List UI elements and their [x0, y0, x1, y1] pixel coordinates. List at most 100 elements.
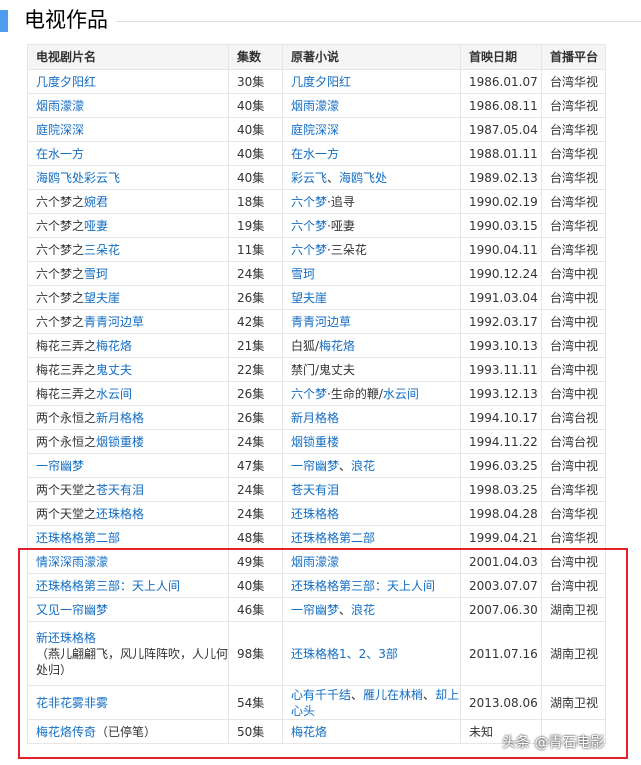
wiki-link[interactable]: 一帘幽梦 [36, 459, 84, 473]
wiki-link[interactable]: 海鸥飞处 [339, 171, 387, 185]
wiki-link[interactable]: 望夫崖 [291, 291, 327, 305]
cell-title: 海鸥飞处彩云飞 [27, 165, 229, 190]
cell-platform: 湖南卫视 [541, 621, 606, 686]
table-row: 还珠格格第三部：天上人间 40集 还珠格格第三部：天上人间 2003.07.07 台湾中… [27, 573, 606, 598]
table-row: 梅花三弄之鬼丈夫 22集 禁门/鬼丈夫 1993.11.11 台湾中视 [27, 357, 606, 382]
wiki-link[interactable]: 还珠格格 [96, 507, 144, 521]
cell-date: 1998.03.25 [460, 477, 542, 502]
wiki-link[interactable]: 六个梦 [291, 219, 327, 233]
table-row: 六个梦之三朵花 11集 六个梦·三朵花 1990.04.11 台湾华视 [27, 237, 606, 262]
wiki-link[interactable]: 望夫崖 [84, 291, 120, 305]
wiki-link[interactable]: 烟锁重楼 [96, 435, 144, 449]
cell-title: 梅花烙传奇（已停笔） [27, 719, 229, 744]
cell-platform: 台湾中视 [541, 309, 606, 334]
wiki-link[interactable]: 哑妻 [84, 219, 108, 233]
cell-episodes: 40集 [228, 141, 283, 166]
wiki-link[interactable]: 新还珠格格 [36, 631, 96, 645]
wiki-link[interactable]: 三朵花 [84, 243, 120, 257]
cell-episodes: 26集 [228, 381, 283, 406]
wiki-link[interactable]: 六个梦 [291, 195, 327, 209]
wiki-link[interactable]: 浪花 [351, 603, 375, 617]
table-row: 庭院深深 40集 庭院深深 1987.05.04 台湾华视 [27, 117, 606, 142]
cell-episodes: 24集 [228, 477, 283, 502]
wiki-link[interactable]: 六个梦 [291, 243, 327, 257]
cell-date: 1989.02.13 [460, 165, 542, 190]
cell-title: 新还珠格格 （燕儿翩翩飞，风儿阵阵吹，人儿何处归） [27, 621, 229, 686]
cell-novel: 苍天有泪 [282, 477, 461, 502]
cell-platform: 台湾台视 [541, 429, 606, 454]
cell-episodes: 42集 [228, 309, 283, 334]
wiki-link[interactable]: 心有千千结 [291, 688, 351, 702]
wiki-link[interactable]: 梅花烙 [96, 339, 132, 353]
wiki-link[interactable]: 还珠格格1、2、3部 [291, 647, 398, 661]
wiki-link[interactable]: 几度夕阳红 [36, 75, 96, 89]
wiki-link[interactable]: 还珠格格第二部 [36, 531, 120, 545]
wiki-link[interactable]: 鬼丈夫 [96, 363, 132, 377]
wiki-link[interactable]: 还珠格格 [291, 507, 339, 521]
wiki-link[interactable]: 海鸥飞处彩云飞 [36, 171, 120, 185]
wiki-link[interactable]: 六个梦 [291, 387, 327, 401]
wiki-link[interactable]: 梅花烙传奇 [36, 725, 96, 739]
table-row: 六个梦之婉君 18集 六个梦·追寻 1990.02.19 台湾华视 [27, 189, 606, 214]
plain-text: 两个永恒之 [36, 410, 97, 425]
cell-date: 1993.12.13 [460, 381, 542, 406]
wiki-link[interactable]: 梅花烙 [319, 339, 355, 353]
wiki-link[interactable]: 雁儿在林梢 [363, 688, 423, 702]
plain-text: 六个梦之 [36, 266, 85, 281]
cell-title: 烟雨濛濛 [27, 93, 229, 118]
wiki-link[interactable]: 彩云飞 [291, 171, 327, 185]
section-header: 电视作品 [0, 6, 641, 36]
cell-title: 六个梦之哑妻 [27, 213, 229, 238]
wiki-link[interactable]: 新月格格 [291, 411, 339, 425]
cell-novel: 一帘幽梦、浪花 [282, 597, 461, 622]
cell-episodes: 98集 [228, 621, 283, 686]
watermark: 头条 @青石电影 [502, 735, 605, 751]
wiki-link[interactable]: 在水一方 [291, 147, 339, 161]
wiki-link[interactable]: 雪珂 [291, 267, 315, 281]
wiki-link[interactable]: 还珠格格第二部 [291, 531, 375, 545]
wiki-link[interactable]: 花非花雾非雾 [36, 696, 108, 710]
wiki-link[interactable]: 庭院深深 [36, 123, 84, 137]
cell-date: 1990.03.15 [460, 213, 542, 238]
wiki-link[interactable]: 烟雨濛濛 [36, 99, 84, 113]
wiki-link[interactable]: 青青河边草 [84, 315, 144, 329]
cell-episodes: 40集 [228, 573, 283, 598]
wiki-link[interactable]: 苍天有泪 [96, 483, 144, 497]
wiki-link[interactable]: 新月格格 [96, 411, 144, 425]
wiki-link[interactable]: 烟雨濛濛 [291, 99, 339, 113]
cell-title: 六个梦之三朵花 [27, 237, 229, 262]
table-header-row: 电视剧片名 集数 原著小说 首映日期 首播平台 [27, 44, 606, 70]
plain-text: 两个永恒之 [36, 434, 97, 449]
wiki-link[interactable]: 几度夕阳红 [291, 75, 351, 89]
wiki-link[interactable]: 水云间 [383, 387, 419, 401]
wiki-link[interactable]: 一帘幽梦 [291, 603, 339, 617]
cell-title: 一帘幽梦 [27, 453, 229, 478]
wiki-link[interactable]: 还珠格格第三部：天上人间 [36, 579, 180, 593]
wiki-link[interactable]: 梅花烙 [291, 725, 327, 739]
cell-platform: 台湾中视 [541, 357, 606, 382]
cell-platform: 台湾华视 [541, 501, 606, 526]
wiki-link[interactable]: 水云间 [96, 387, 132, 401]
plain-text: 、 [339, 602, 352, 617]
wiki-link[interactable]: 情深深雨濛濛 [36, 555, 108, 569]
wiki-link[interactable]: 青青河边草 [291, 315, 351, 329]
wiki-link[interactable]: 在水一方 [36, 147, 84, 161]
cell-platform: 台湾华视 [541, 93, 606, 118]
cell-title: 还珠格格第二部 [27, 525, 229, 550]
wiki-link[interactable]: 一帘幽梦 [291, 459, 339, 473]
cell-date: 1992.03.17 [460, 309, 542, 334]
cell-title: 两个永恒之烟锁重楼 [27, 429, 229, 454]
wiki-link[interactable]: 烟锁重楼 [291, 435, 339, 449]
wiki-link[interactable]: 还珠格格第三部：天上人间 [291, 579, 435, 593]
cell-novel: 六个梦·三朵花 [282, 237, 461, 262]
wiki-link[interactable]: 浪花 [351, 459, 375, 473]
cell-novel: 青青河边草 [282, 309, 461, 334]
wiki-link[interactable]: 婉君 [84, 195, 108, 209]
wiki-link[interactable]: 烟雨濛濛 [291, 555, 339, 569]
wiki-link[interactable]: 庭院深深 [291, 123, 339, 137]
table-row: 新还珠格格 （燕儿翩翩飞，风儿阵阵吹，人儿何处归） 98集 还珠格格1、2、3部 201… [27, 621, 606, 686]
wiki-link[interactable]: 苍天有泪 [291, 483, 339, 497]
cell-novel: 心有千千结、雁儿在林梢、却上心头 [282, 685, 461, 720]
wiki-link[interactable]: 又见一帘幽梦 [36, 603, 108, 617]
wiki-link[interactable]: 雪珂 [84, 267, 108, 281]
